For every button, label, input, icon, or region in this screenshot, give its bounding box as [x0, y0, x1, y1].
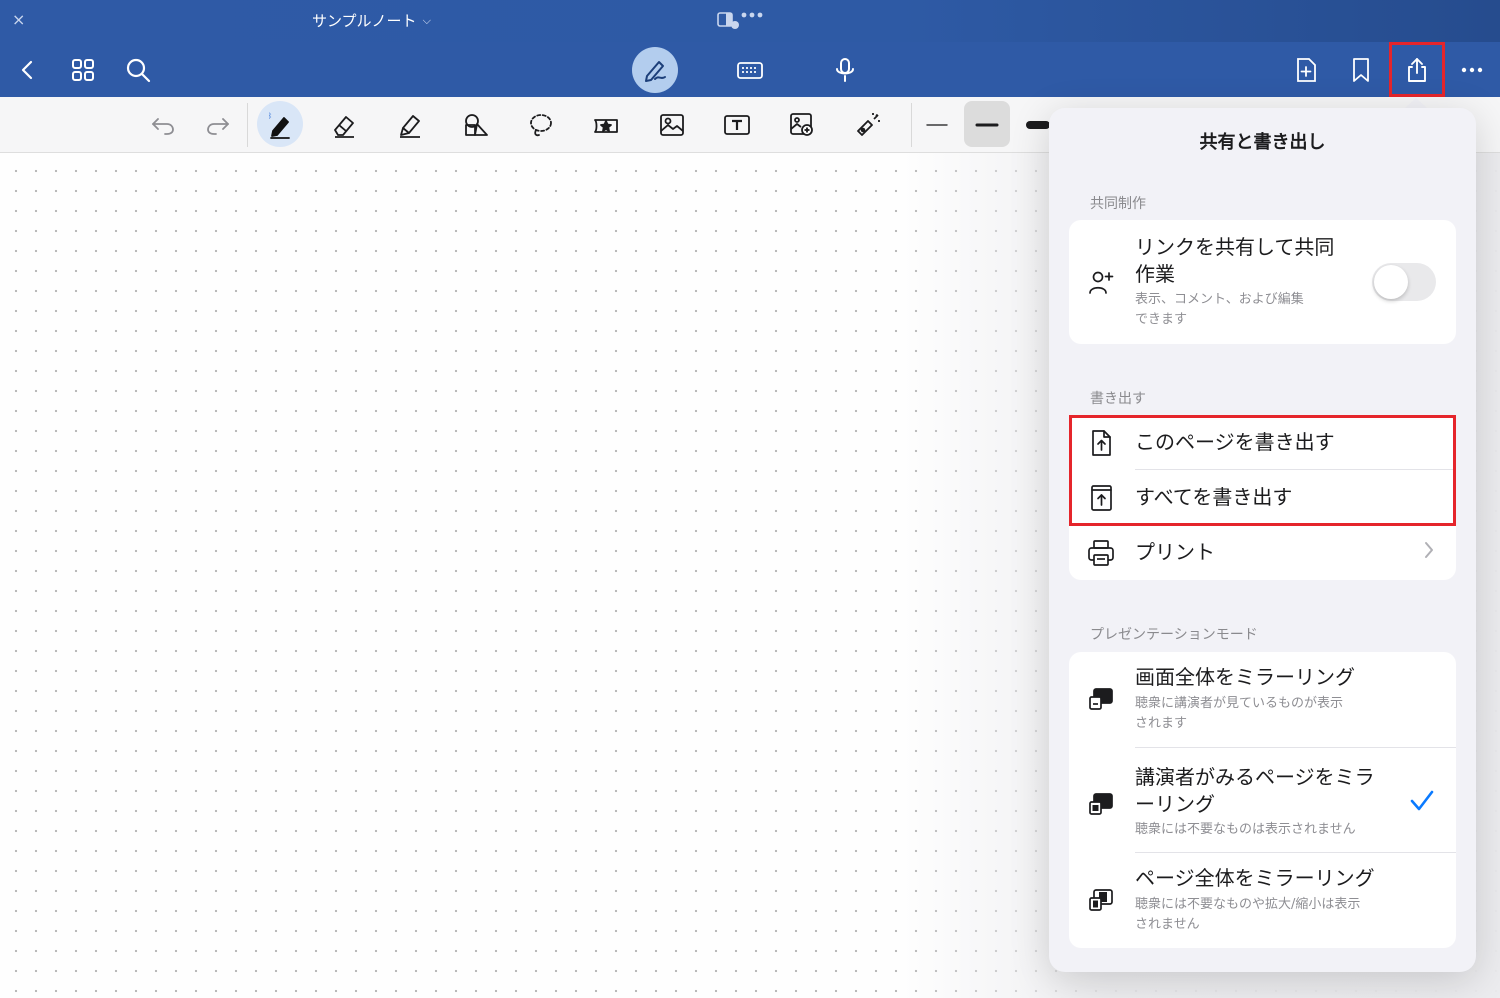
section-label-presentation: プレゼンテーションモード — [1090, 627, 1258, 643]
mirror-screen-subtitle-line2: されます — [1135, 716, 1188, 731]
medium-stroke-icon[interactable] — [967, 105, 1007, 145]
toggle-knob — [1374, 265, 1408, 299]
title-bar: × サンプルノート ⌵ — [0, 0, 1500, 42]
shapes-icon[interactable] — [456, 105, 496, 145]
mirror-page-title: ページ全体をミラーリング — [1135, 866, 1375, 890]
redo-icon[interactable] — [198, 105, 238, 145]
navigation-bar — [0, 42, 1500, 97]
close-window-button[interactable]: × — [12, 10, 25, 29]
mirror-screen-subtitle-line1: 聴衆に講演者が見ているものが表示 — [1135, 696, 1344, 711]
mirror-screen-icon — [1085, 683, 1117, 715]
microphone-icon[interactable] — [825, 50, 865, 90]
collaboration-group: リンクを共有して共同 作業 表示、コメント、および編集 できます — [1069, 220, 1456, 344]
multitasking-icon[interactable] — [716, 8, 768, 32]
mirror-presenter-title-line1: 講演者がみるページをミラ — [1135, 765, 1375, 789]
note-title-menu[interactable]: サンプルノート ⌵ — [312, 10, 431, 31]
lasso-icon[interactable] — [521, 105, 561, 145]
toolbar-divider — [911, 103, 912, 147]
laser-pointer-icon[interactable] — [848, 105, 888, 145]
mirror-presenter-subtitle: 聴衆には不要なものは表示されません — [1135, 822, 1356, 837]
image-icon[interactable] — [652, 105, 692, 145]
highlighter-icon[interactable] — [390, 105, 430, 145]
text-box-icon[interactable] — [717, 105, 757, 145]
share-highlight-box — [1389, 42, 1445, 97]
mirror-page-subtitle-line2: されません — [1135, 917, 1200, 932]
presentation-group: 画面全体をミラーリング 聴衆に講演者が見ているものが表示 されます 講演者がみる… — [1069, 652, 1456, 948]
mirror-page-icon — [1085, 884, 1117, 916]
export-options-highlight-box — [1069, 415, 1456, 526]
pen-mode-icon[interactable] — [632, 47, 678, 93]
share-link-row[interactable]: リンクを共有して共同 作業 表示、コメント、および編集 できます — [1069, 220, 1456, 344]
note-title: サンプルノート — [312, 12, 417, 30]
more-icon[interactable] — [1452, 50, 1492, 90]
chevron-right-icon — [1421, 539, 1437, 561]
section-label-collaboration: 共同制作 — [1090, 196, 1146, 212]
sticker-icon[interactable] — [586, 105, 626, 145]
share-link-subtitle-line2: できます — [1135, 312, 1188, 327]
back-icon[interactable] — [8, 50, 48, 90]
svg-text:ᛒ: ᛒ — [268, 112, 272, 120]
toolbar-divider — [247, 103, 248, 147]
undo-icon[interactable] — [143, 105, 183, 145]
share-link-toggle[interactable] — [1372, 263, 1436, 301]
mirror-entire-page-row[interactable]: ページ全体をミラーリング 聴衆には不要なものや拡大/縮小は表示 されません — [1069, 853, 1456, 948]
add-page-icon[interactable] — [1286, 50, 1326, 90]
search-icon[interactable] — [118, 50, 158, 90]
popover-title: 共有と書き出し — [1199, 132, 1326, 153]
bookmark-icon[interactable] — [1341, 50, 1381, 90]
mirror-presenter-icon — [1085, 788, 1117, 820]
print-label: プリント — [1135, 540, 1215, 564]
thin-stroke-icon[interactable] — [917, 105, 957, 145]
mirror-presenter-title-line2: ーリング — [1135, 792, 1215, 816]
share-link-title-line1: リンクを共有して共同 — [1135, 235, 1335, 259]
print-row[interactable]: プリント — [1069, 525, 1456, 580]
grid-icon[interactable] — [63, 50, 103, 90]
share-link-subtitle-line1: 表示、コメント、および編集 — [1135, 292, 1304, 307]
mirror-entire-screen-row[interactable]: 画面全体をミラーリング 聴衆に講演者が見ているものが表示 されます — [1069, 652, 1456, 747]
eraser-icon[interactable] — [324, 105, 364, 145]
mirror-presenter-page-row[interactable]: 講演者がみるページをミラ ーリング 聴衆には不要なものは表示されません — [1069, 748, 1456, 852]
share-link-title-line2: 作業 — [1135, 262, 1175, 286]
printer-icon — [1085, 537, 1117, 569]
mirror-screen-title: 画面全体をミラーリング — [1135, 665, 1355, 689]
section-label-export: 書き出す — [1090, 391, 1146, 407]
pen-icon[interactable]: ᛒ — [260, 105, 300, 145]
mirror-page-subtitle-line1: 聴衆には不要なものや拡大/縮小は表示 — [1135, 897, 1361, 912]
add-person-icon — [1085, 266, 1117, 298]
checkmark-icon — [1409, 788, 1435, 814]
share-export-popover: 共有と書き出し 共同制作 リンクを共有して共同 作業 表示、コメント、および編集… — [1049, 108, 1476, 972]
camera-icon[interactable] — [782, 105, 822, 145]
chevron-down-icon: ⌵ — [422, 13, 431, 27]
keyboard-icon[interactable] — [730, 50, 770, 90]
